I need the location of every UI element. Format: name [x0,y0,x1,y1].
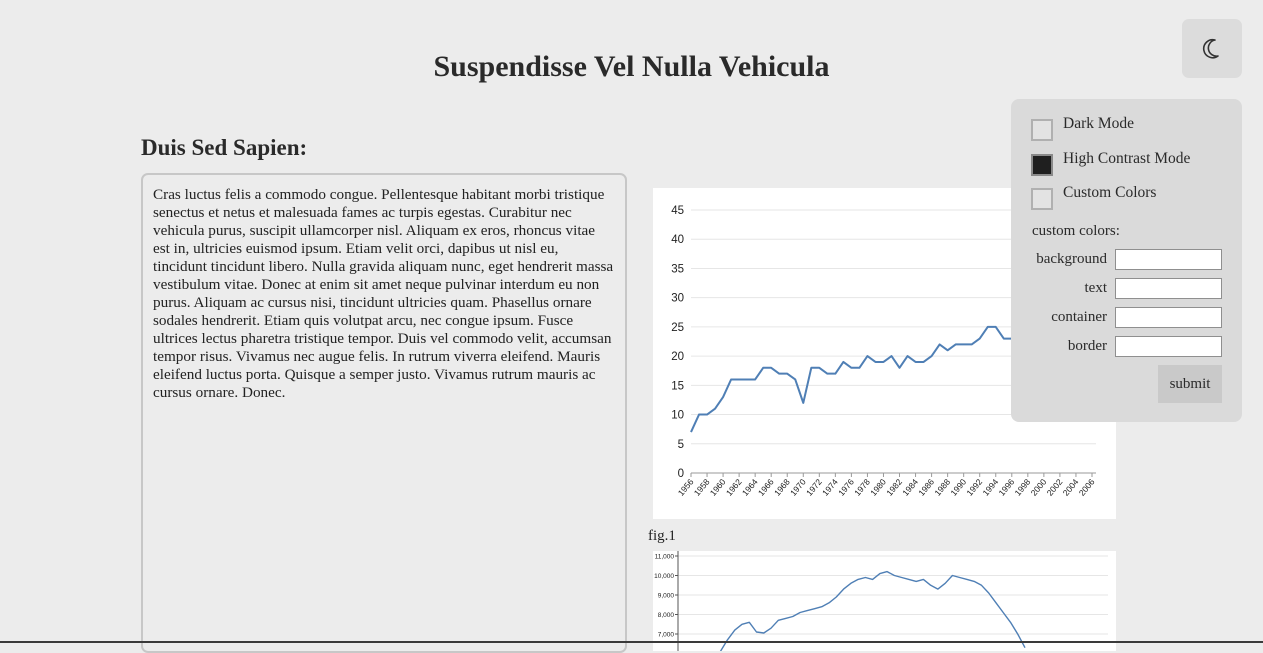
y-tick-label: 25 [671,322,684,334]
x-tick-label: 2002 [1045,477,1065,498]
submit-button[interactable]: submit [1158,365,1222,403]
x-tick-label: 1972 [804,477,824,498]
x-tick-label: 1960 [708,477,728,498]
moon-icon [1202,38,1219,58]
chart-2-svg: 7,000 8,000 9,000 10,000 11,000 [654,551,1108,651]
x-tick-label: 1980 [868,477,888,498]
custom-colors-heading: custom colors: [1032,223,1120,239]
y-tick-label: 15 [671,380,684,392]
section-heading: Duis Sed Sapien: [141,135,308,160]
border-color-row: border [1011,336,1222,357]
body-text: Cras luctus felis a commodo congue. Pell… [153,186,614,401]
text-color-label: text [1084,280,1108,296]
high-contrast-option[interactable]: High Contrast Mode [1031,150,1190,176]
text-panel: Cras luctus felis a commodo congue. Pell… [141,173,627,653]
y-tick-label: 45 [671,205,684,217]
y-tick-label: 8,000 [658,612,675,619]
high-contrast-label: High Contrast Mode [1063,150,1191,167]
x-tick-label: 1990 [948,477,968,498]
x-tick-label: 1978 [852,477,872,498]
x-tick-label: 1996 [997,477,1017,498]
x-tick-label: 1984 [900,477,920,498]
container-color-input[interactable] [1115,307,1222,328]
text-color-row: text [1011,278,1222,299]
figure-caption: fig.1 [648,528,676,544]
x-tick-label: 1986 [916,477,936,498]
x-tick-label: 1976 [836,477,856,498]
x-tick-label: 1964 [740,477,760,498]
custom-colors-label: Custom Colors [1063,184,1157,201]
x-tick-label: 1998 [1013,477,1033,498]
x-tick-label: 1982 [884,477,904,498]
container-color-label: container [1051,309,1107,325]
dark-mode-checkbox[interactable] [1031,119,1053,141]
text-color-input[interactable] [1115,278,1222,299]
container-color-row: container [1011,307,1222,328]
y-tick-label: 5 [678,439,684,451]
x-tick-label: 1966 [756,477,776,498]
dark-mode-option[interactable]: Dark Mode [1031,115,1134,141]
high-contrast-checkbox[interactable] [1031,154,1053,176]
x-tick-label: 1994 [980,477,1000,498]
line-chart-2: 7,000 8,000 9,000 10,000 11,000 [653,551,1116,651]
y-tick-label: 30 [671,293,684,305]
x-tick-label: 1958 [692,477,712,498]
border-color-input[interactable] [1115,336,1222,357]
x-tick-label: 1962 [724,477,744,498]
border-color-label: border [1067,338,1107,354]
y-tick-label: 10 [671,410,684,422]
series-line [690,325,1021,433]
y-tick-label: 11,000 [655,554,675,561]
y-tick-label: 10,000 [654,573,674,580]
background-color-row: background [1011,249,1222,270]
x-tick-label: 2006 [1077,477,1097,498]
dark-mode-label: Dark Mode [1063,115,1135,132]
background-color-label: background [1036,251,1107,267]
y-tick-label: 40 [671,234,684,246]
x-tick-label: 1970 [788,477,808,498]
series-line [719,570,1026,651]
y-tick-label: 9,000 [658,593,675,600]
background-color-input[interactable] [1115,249,1222,270]
y-tick-label: 7,000 [658,632,675,639]
y-tick-label: 0 [678,468,684,480]
x-tick-label: 2000 [1029,477,1049,498]
accessibility-settings-panel: Dark Mode High Contrast Mode Custom Colo… [1011,99,1242,422]
x-tick-label: 2004 [1061,477,1081,498]
x-tick-label: 1992 [964,477,984,498]
theme-toggle-button[interactable] [1182,19,1242,78]
page-title: Suspendisse Vel Nulla Vehicula [433,50,830,83]
custom-colors-option[interactable]: Custom Colors [1031,184,1156,210]
y-tick-label: 35 [671,263,684,275]
y-tick-label: 20 [671,351,684,363]
x-tick-label: 1988 [932,477,952,498]
x-tick-label: 1974 [820,477,840,498]
custom-colors-checkbox[interactable] [1031,188,1053,210]
x-tick-label: 1968 [772,477,792,498]
